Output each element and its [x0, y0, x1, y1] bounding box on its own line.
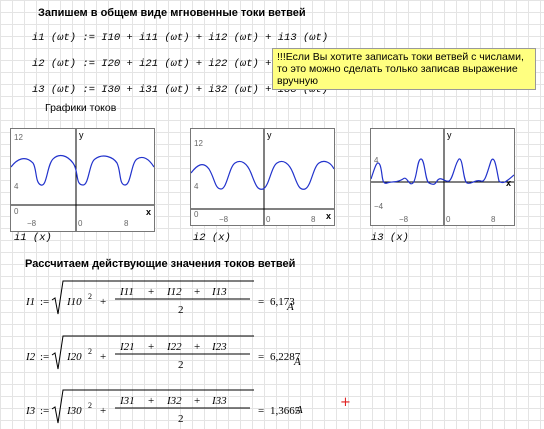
rms-equation-1[interactable]: I1 := I10 2 + I11 + I12 + I13 2 = 6,173 — [22, 278, 322, 318]
x-tick-label: −8 — [219, 215, 229, 224]
rms-harmonic-3: I23 — [211, 341, 227, 353]
x-tick-label: −8 — [399, 215, 409, 224]
rms-harmonic-1: I21 — [119, 341, 135, 353]
rms-lhs: I2 — [25, 351, 36, 363]
rms-harmonic-2: I12 — [166, 286, 182, 298]
plot-i2-label: i2 (x) — [193, 232, 231, 244]
y-tick-label: −4 — [374, 202, 384, 211]
rms-unit-1: A — [287, 301, 294, 313]
equals-symbol: = — [258, 296, 264, 308]
denominator: 2 — [178, 359, 184, 371]
rms-equation-2[interactable]: I2 := I20 2 + I21 + I22 + I23 2 = 6,2287 — [22, 333, 322, 373]
y-axis-name: y — [447, 130, 452, 140]
plot-i3[interactable]: 4 −4 −8 0 8 y x — [370, 128, 515, 226]
rms-harmonic-3: I13 — [211, 286, 227, 298]
crosshair-cursor-icon: + — [340, 395, 351, 410]
y-tick-label: 0 — [14, 207, 19, 216]
y-axis-name: y — [267, 130, 272, 140]
plus-symbol: + — [148, 341, 154, 353]
square-exponent: 2 — [88, 292, 92, 301]
heading-rms-currents: Рассчитаем действующие значения токов ве… — [25, 258, 296, 270]
square-exponent: 2 — [88, 347, 92, 356]
rms-harmonic-2: I32 — [166, 395, 182, 407]
plus-symbol: + — [148, 286, 154, 298]
square-exponent: 2 — [88, 401, 92, 410]
plot-i1[interactable]: 12 4 0 −8 0 8 y x — [10, 128, 155, 232]
rms-harmonic-2: I22 — [166, 341, 182, 353]
rms-unit-2: A — [294, 356, 301, 368]
y-tick-label: 0 — [194, 210, 199, 219]
plus-symbol: + — [100, 296, 106, 308]
graphs-caption: Графики токов — [45, 102, 117, 114]
rms-equation-3[interactable]: I3 := I30 2 + I31 + I32 + I33 2 = 1,3665 — [22, 387, 322, 427]
i3-curve — [371, 158, 514, 185]
y-tick-label: 12 — [194, 139, 203, 148]
i1-curve — [11, 154, 154, 186]
denominator: 2 — [178, 304, 184, 316]
x-tick-label: 0 — [78, 219, 83, 228]
plot-i3-label: i3 (x) — [371, 232, 409, 244]
plus-symbol: + — [100, 405, 106, 417]
y-tick-label: 12 — [14, 133, 23, 142]
x-tick-label: 8 — [124, 219, 129, 228]
x-tick-label: 0 — [446, 215, 451, 224]
rms-dc-term: I30 — [66, 405, 82, 417]
rms-harmonic-1: I11 — [119, 286, 134, 298]
x-tick-label: 8 — [311, 215, 316, 224]
y-axis-name: y — [79, 130, 84, 140]
heading-instant-currents: Запишем в общем виде мгновенные токи вет… — [38, 7, 306, 19]
plot-i1-label: i1 (x) — [14, 232, 52, 244]
plus-symbol: + — [194, 395, 200, 407]
denominator: 2 — [178, 413, 184, 425]
rms-dc-term: I10 — [66, 296, 82, 308]
plus-symbol: + — [148, 395, 154, 407]
y-tick-label: 4 — [194, 182, 199, 191]
x-tick-label: 8 — [491, 215, 496, 224]
assign-symbol: := — [40, 405, 49, 417]
formula-i1[interactable]: i1 (ωt) := I10 + i11 (ωt) + i12 (ωt) + i… — [32, 32, 328, 44]
equals-symbol: = — [258, 351, 264, 363]
x-axis-name: x — [326, 211, 331, 221]
rms-unit-3: A — [296, 404, 303, 416]
i2-curve — [191, 160, 334, 190]
rms-lhs: I1 — [25, 296, 35, 308]
equals-symbol: = — [258, 405, 264, 417]
plus-symbol: + — [194, 341, 200, 353]
rms-dc-term: I20 — [66, 351, 82, 363]
x-tick-label: −8 — [27, 219, 37, 228]
rms-harmonic-1: I31 — [119, 395, 135, 407]
assign-symbol: := — [40, 351, 49, 363]
assign-symbol: := — [40, 296, 49, 308]
note-box[interactable]: !!!Если Вы хотите записать токи ветвей с… — [272, 48, 536, 90]
plus-symbol: + — [194, 286, 200, 298]
x-axis-name: x — [146, 207, 151, 217]
plot-i2[interactable]: 12 4 0 −8 0 8 y x — [190, 128, 335, 226]
plus-symbol: + — [100, 351, 106, 363]
y-tick-label: 4 — [14, 182, 19, 191]
rms-harmonic-3: I33 — [211, 395, 227, 407]
rms-lhs: I3 — [25, 405, 36, 417]
x-tick-label: 0 — [266, 215, 271, 224]
